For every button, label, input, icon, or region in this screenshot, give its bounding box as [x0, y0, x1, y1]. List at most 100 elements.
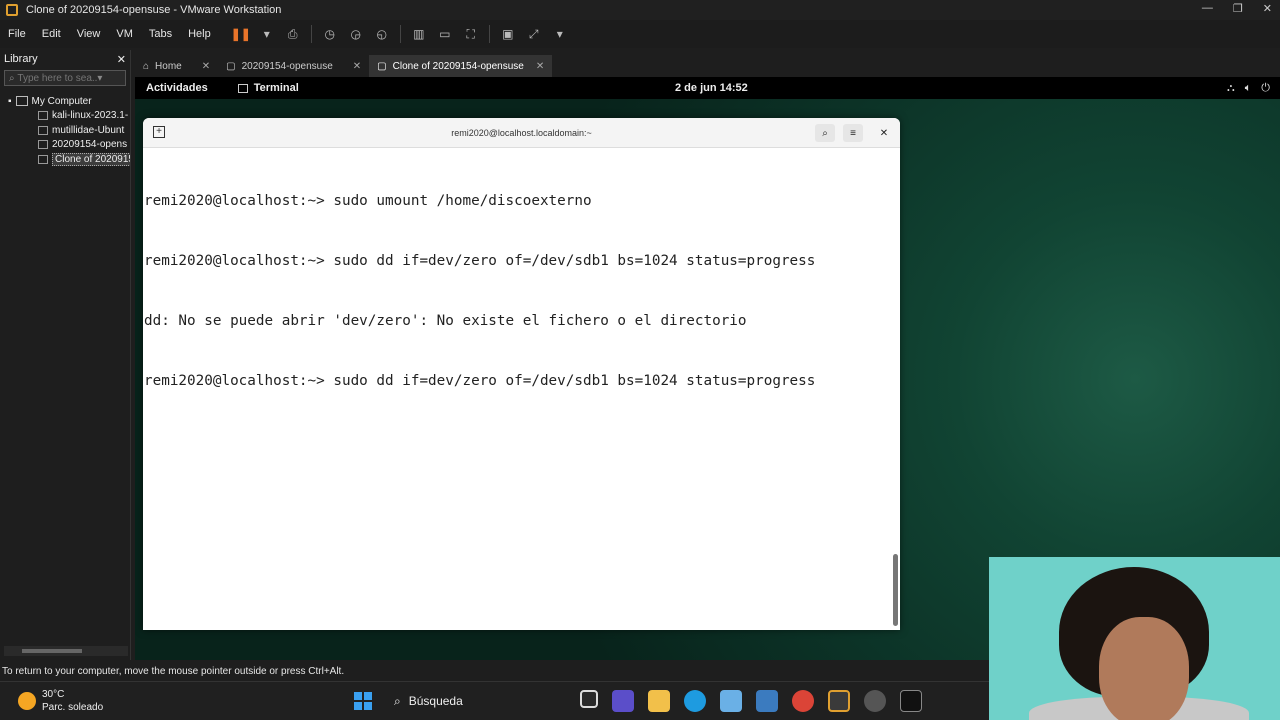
system-tray[interactable]: ⛬ 🔈︎ ⏻ [1227, 82, 1270, 95]
edge-icon[interactable] [684, 690, 706, 712]
toolbar-divider [488, 25, 490, 43]
close-tab-icon[interactable]: ✕ [202, 61, 210, 72]
new-tab-icon[interactable]: + [153, 126, 165, 138]
volume-icon: 🔈︎ [1244, 81, 1252, 94]
tree-item-label: kali-linux-2023.1- [52, 110, 129, 122]
close-tab-icon[interactable]: ✕ [536, 61, 544, 72]
vm-icon [38, 140, 48, 150]
dropdown-icon[interactable]: ▾ [552, 26, 568, 42]
computer-icon [15, 96, 28, 107]
terminal-title: remi2020@localhost.localdomain:~ [451, 127, 592, 138]
terminal-window[interactable]: + remi2020@localhost.localdomain:~ ⌕ ≡ ✕… [143, 118, 900, 630]
search-button[interactable]: ⌕ [815, 124, 835, 142]
hamburger-menu-button[interactable]: ≡ [843, 124, 863, 142]
menu-tabs[interactable]: Tabs [141, 28, 180, 40]
start-button[interactable] [354, 692, 372, 710]
snapshot-manager-icon[interactable]: ◵ [374, 26, 390, 42]
tree-root-label: My Computer [31, 95, 92, 107]
close-library-button[interactable]: ✕ [117, 53, 126, 66]
library-search-input[interactable] [17, 72, 98, 84]
library-header: Library ✕ [0, 50, 130, 68]
tree-item-label: mutillidae-Ubunt [52, 124, 125, 136]
console-view-icon[interactable]: ▣ [500, 26, 516, 42]
menu-vm[interactable]: VM [108, 28, 141, 40]
thumbnail-bar-icon[interactable]: ▭ [437, 26, 453, 42]
pause-icon[interactable]: ❚❚ [231, 26, 251, 42]
terminal-app-menu[interactable]: Terminal [237, 82, 299, 94]
menu-view[interactable]: View [69, 28, 109, 40]
weather-icon [18, 692, 36, 710]
close-window-button[interactable]: ✕ [1263, 2, 1272, 15]
show-library-icon[interactable]: ▥ [411, 26, 427, 42]
menubar: File Edit View VM Tabs Help ❚❚ ▾ ⎙ ◷ ◶ ◵… [0, 20, 1280, 48]
tree-my-computer[interactable]: ▪ My Computer [0, 94, 130, 109]
terminal-taskbar-icon[interactable] [900, 690, 922, 712]
task-view-icon[interactable] [580, 690, 598, 708]
vm-tree: ▪ My Computer kali-linux-2023.1- mutilli… [0, 94, 130, 167]
taskbar-apps [580, 690, 922, 712]
tab-vm[interactable]: ▢ 20209154-opensuse ✕ [218, 55, 369, 77]
terminal-line: remi2020@localhost:~> sudo dd if=dev/zer… [144, 253, 816, 269]
dropdown-icon[interactable]: ▾ [259, 26, 275, 42]
send-ctrl-alt-del-icon[interactable]: ⎙ [285, 26, 301, 42]
tab-home[interactable]: ⌂ Home ✕ [135, 55, 218, 77]
tree-item-vm[interactable]: mutillidae-Ubunt [0, 123, 130, 138]
library-title: Library [4, 53, 38, 65]
library-horizontal-scrollbar[interactable] [4, 646, 128, 656]
activities-button[interactable]: Actividades [146, 82, 208, 94]
home-icon: ⌂ [143, 60, 150, 72]
snapshot-icon[interactable]: ◷ [322, 26, 338, 42]
terminal-line: remi2020@localhost:~> sudo dd if=dev/zer… [144, 373, 816, 389]
terminal-line: remi2020@localhost:~> sudo umount /home/… [144, 193, 592, 209]
toolbar-divider [310, 25, 312, 43]
chrome-icon[interactable] [792, 690, 814, 712]
tree-item-vm[interactable]: 20209154-opens [0, 138, 130, 153]
close-terminal-button[interactable]: ✕ [874, 124, 894, 142]
close-tab-icon[interactable]: ✕ [353, 61, 361, 72]
terminal-line: dd: No se puede abrir 'dev/zero': No exi… [144, 313, 747, 329]
window-titlebar: Clone of 20209154-opensuse - VMware Work… [0, 0, 1280, 20]
terminal-scrollbar[interactable] [893, 554, 898, 626]
settings-icon[interactable] [864, 690, 886, 712]
stretch-guest-icon[interactable]: ⤢ [526, 26, 542, 42]
teams-icon[interactable] [612, 690, 634, 712]
maximize-button[interactable]: ❐ [1233, 2, 1243, 15]
webcam-overlay [989, 557, 1280, 720]
menu-edit[interactable]: Edit [34, 28, 69, 40]
tree-item-vm[interactable]: kali-linux-2023.1- [0, 109, 130, 124]
power-icon: ⏻ [1261, 81, 1270, 94]
store-icon[interactable] [720, 690, 742, 712]
collapse-icon[interactable]: ▪ [8, 96, 12, 107]
minimize-button[interactable]: — [1202, 2, 1213, 15]
weather-widget[interactable]: 30°C Parc. soleado [18, 688, 103, 714]
search-icon: ⌕ [394, 693, 401, 708]
app-icon[interactable] [756, 690, 778, 712]
search-icon: ⌕ [9, 72, 18, 84]
vmware-taskbar-icon[interactable] [828, 690, 850, 712]
library-search[interactable]: ⌕ ▾ [4, 70, 126, 86]
taskbar-search[interactable]: ⌕ Búsqueda [388, 688, 568, 714]
clock[interactable]: 2 de jun 14:52 [675, 82, 748, 94]
tree-item-label: 20209154-opens [52, 139, 128, 151]
terminal-icon [237, 83, 248, 93]
webcam-person [1099, 617, 1189, 720]
vm-icon [38, 111, 48, 121]
terminal-output[interactable]: remi2020@localhost:~> sudo umount /home/… [143, 148, 900, 434]
network-icon: ⛬ [1226, 81, 1235, 94]
menu-file[interactable]: File [0, 28, 34, 40]
window-title: Clone of 20209154-opensuse - VMware Work… [26, 4, 282, 16]
running-vm-icon [38, 154, 48, 164]
menu-help[interactable]: Help [180, 28, 219, 40]
full-screen-icon[interactable]: ⛶ [463, 26, 479, 42]
library-panel: Library ✕ ⌕ ▾ ▪ My Computer kali-linux-2… [0, 50, 131, 660]
tab-label: 20209154-opensuse [241, 60, 333, 72]
tree-item-label: Clone of 20209154 [52, 152, 130, 166]
file-explorer-icon[interactable] [648, 690, 670, 712]
tab-label: Home [155, 60, 182, 72]
chevron-down-icon[interactable]: ▾ [97, 73, 102, 84]
tree-item-vm-selected[interactable]: Clone of 20209154 [0, 152, 130, 167]
revert-snapshot-icon[interactable]: ◶ [348, 26, 364, 42]
tab-vm-active[interactable]: ▢ Clone of 20209154-opensuse ✕ [369, 55, 553, 77]
gnome-top-bar: Actividades Terminal 2 de jun 14:52 ⛬ 🔈︎… [135, 77, 1280, 99]
toolbar-divider [399, 25, 401, 43]
